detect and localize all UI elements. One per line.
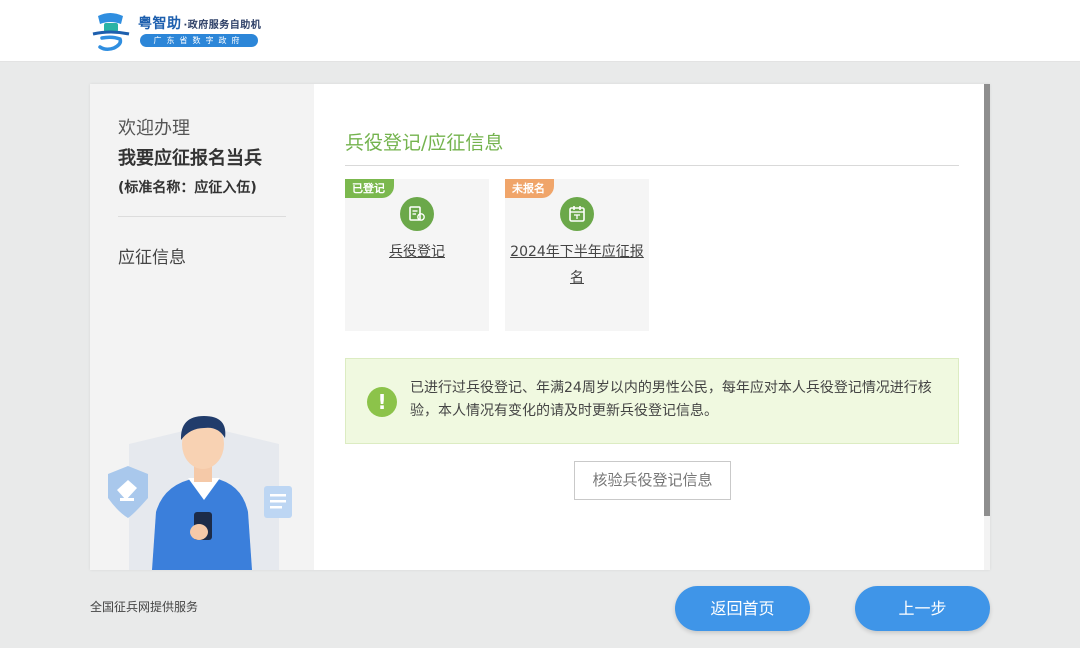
notice-text: 已进行过兵役登记、年满24周岁以内的男性公民，每年应对本人兵役登记情况进行核验，… [410, 380, 932, 419]
tile-military-registration[interactable]: 已登记 兵役登记 [345, 179, 489, 331]
section-title: 兵役登记/应征信息 [345, 132, 504, 154]
calendar-icon [560, 197, 594, 231]
top-bar: 粤智助 ·政府服务自助机 广东省数字政府 [0, 0, 1080, 62]
logo-mark-icon [92, 13, 130, 52]
status-badge-unapplied: 未报名 [505, 179, 554, 198]
provider-note: 全国征兵网提供服务 [90, 600, 199, 614]
tile-label[interactable]: 2024年下半年应征报名 [505, 239, 649, 291]
home-button[interactable]: 返回首页 [675, 586, 810, 631]
logo-tagline: 广东省数字政府 [140, 34, 258, 47]
previous-step-button[interactable]: 上一步 [855, 586, 990, 631]
status-badge-registered: 已登记 [345, 179, 394, 198]
service-standard-name: (标准名称：应征入伍) [118, 180, 257, 196]
sidebar: 欢迎办理 我要应征报名当兵 (标准名称：应征入伍) 应征信息 [90, 84, 314, 570]
section-divider [345, 165, 959, 166]
sidebar-item-enlist-info[interactable]: 应征信息 [118, 243, 186, 268]
soldier-illustration [108, 416, 292, 570]
service-name: 我要应征报名当兵 [118, 148, 262, 169]
tile-enlistment-application[interactable]: 未报名 2024年下半年应征报名 [505, 179, 649, 331]
verify-registration-button[interactable]: 核验兵役登记信息 [574, 461, 731, 500]
main-content: 兵役登记/应征信息 已登记 兵役登记 未报名 2024年下半年应征报名 ! 已进… [314, 84, 984, 570]
logo: 粤智助 ·政府服务自助机 广东省数字政府 [90, 10, 270, 52]
scrollbar-thumb[interactable] [984, 84, 990, 516]
welcome-text: 欢迎办理 [118, 118, 190, 139]
register-icon [400, 197, 434, 231]
tile-label[interactable]: 兵役登记 [345, 239, 489, 265]
sidebar-divider [118, 216, 286, 217]
logo-title: 粤智助 ·政府服务自助机 [138, 16, 262, 32]
service-card: 欢迎办理 我要应征报名当兵 (标准名称：应征入伍) 应征信息 兵役登记/应征信息 [90, 84, 990, 570]
notice-box: ! 已进行过兵役登记、年满24周岁以内的男性公民，每年应对本人兵役登记情况进行核… [345, 358, 959, 444]
exclamation-icon: ! [367, 387, 397, 417]
